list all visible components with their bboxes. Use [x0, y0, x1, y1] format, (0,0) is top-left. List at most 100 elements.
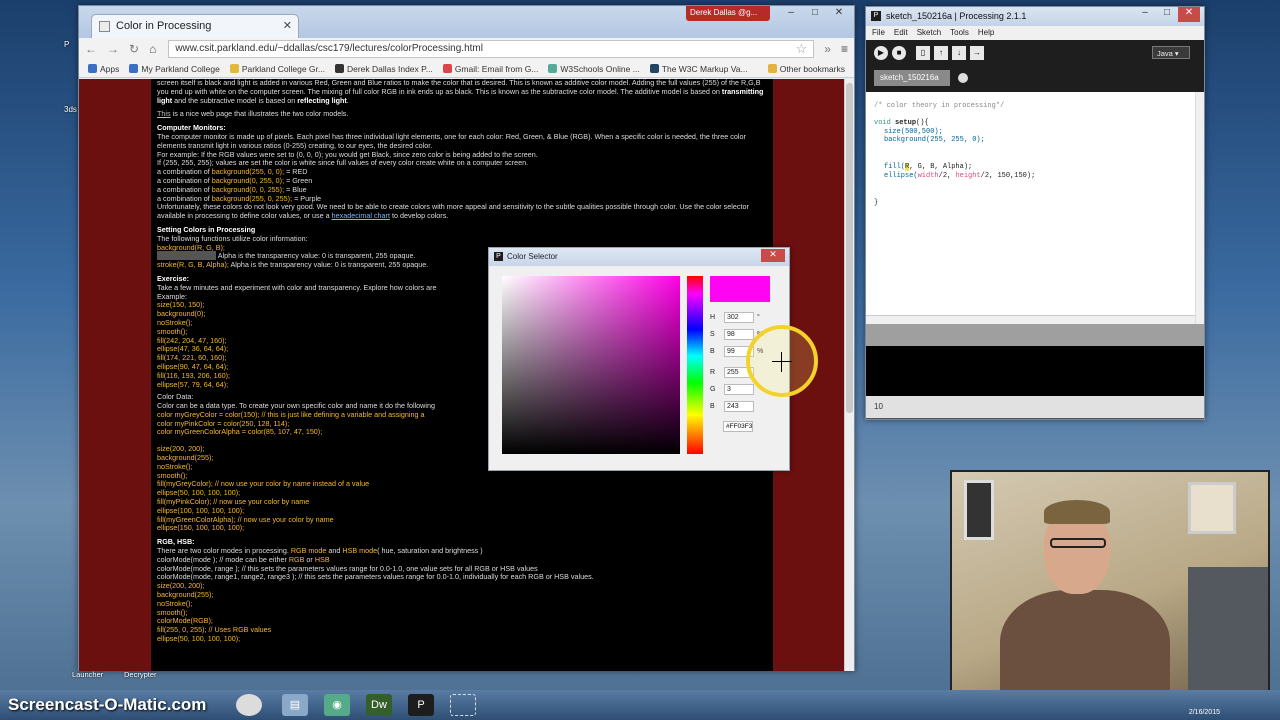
minimize-button[interactable]: –: [1134, 7, 1156, 22]
desktop-label[interactable]: Decrypter: [124, 670, 157, 679]
color-selector-dialog: P Color Selector ✕ H 302 ° S 98% B 99% R 255 …: [488, 247, 790, 471]
save-icon[interactable]: ↓: [952, 46, 966, 60]
line-number: 10: [866, 396, 1204, 418]
open-icon[interactable]: ↑: [934, 46, 948, 60]
horizontal-scrollbar[interactable]: [866, 315, 1204, 324]
menu-edit[interactable]: Edit: [894, 28, 908, 38]
menu-file[interactable]: File: [872, 28, 885, 38]
bookmark-item[interactable]: Gmail: Email from G...: [440, 64, 542, 74]
reload-icon[interactable]: ↻: [129, 42, 139, 56]
webcam-overlay: [950, 470, 1270, 708]
vertical-scrollbar[interactable]: [1195, 92, 1204, 324]
back-icon[interactable]: ←: [85, 42, 97, 56]
processing-window: P sketch_150216a | Processing 2.1.1 – □ ✕ …: [865, 6, 1205, 420]
url-text: www.csit.parkland.edu/~ddallas/csc179/le…: [175, 43, 483, 54]
tab-close-icon[interactable]: ✕: [283, 19, 292, 32]
app-icon[interactable]: ◉: [324, 694, 350, 716]
mode-selector[interactable]: Java ▾: [1152, 46, 1190, 59]
bookmark-item[interactable]: W3Schools Online ...: [545, 64, 642, 74]
window-title: sketch_150216a | Processing 2.1.1: [886, 11, 1027, 21]
code-editor[interactable]: /* color theory in processing*/ void set…: [866, 92, 1204, 324]
green-field[interactable]: G3: [710, 384, 754, 395]
profile-chip[interactable]: Derek Dallas @g...: [686, 6, 770, 21]
wall-picture: [1188, 482, 1236, 534]
other-bookmarks[interactable]: Other bookmarks: [765, 64, 848, 74]
page-scrollbar[interactable]: [844, 79, 854, 671]
forward-icon[interactable]: →: [107, 42, 119, 56]
bookmark-item[interactable]: Parkland College Gr...: [227, 64, 328, 74]
crosshair-cursor-icon: [781, 352, 782, 372]
link[interactable]: This: [157, 109, 171, 118]
paragraph: colorMode(mode, range1, range2, range3 )…: [157, 572, 594, 582]
code-line: size(500,500);: [884, 127, 943, 136]
tab-title: Color in Processing: [116, 20, 212, 32]
bookmark-icon: [229, 64, 239, 73]
apps-icon: [88, 64, 97, 73]
selected-color-swatch: [710, 276, 770, 302]
menu-sketch[interactable]: Sketch: [917, 28, 941, 38]
code-line: fill(R, G, B, Alpha);: [884, 163, 973, 172]
window-controls: – □ ✕: [780, 6, 850, 21]
dialog-titlebar: P Color Selector ✕: [489, 248, 789, 266]
close-button[interactable]: ✕: [1178, 7, 1200, 22]
maximize-button[interactable]: □: [1156, 7, 1178, 22]
bookmark-star-icon[interactable]: ☆: [796, 41, 808, 57]
address-bar[interactable]: www.csit.parkland.edu/~ddallas/csc179/le…: [168, 40, 815, 58]
bookmark-icon: [129, 64, 139, 73]
bookmark-item[interactable]: Derek Dallas Index P...: [332, 64, 436, 74]
hex-field[interactable]: #FF03F3: [723, 421, 753, 432]
hue-slider[interactable]: [687, 276, 703, 454]
extensions-icon[interactable]: »: [824, 42, 831, 56]
dreamweaver-icon[interactable]: Dw: [366, 694, 392, 716]
sketch-tab[interactable]: sketch_150216a: [874, 70, 950, 86]
paragraph: The following functions utilize color in…: [157, 233, 308, 243]
message-area: [866, 324, 1204, 346]
desktop-label[interactable]: Launcher: [72, 670, 103, 679]
gmail-icon: [442, 64, 452, 73]
presenter-hair: [1044, 500, 1110, 524]
menu-bar: File Edit Sketch Tools Help: [866, 26, 1204, 40]
tab-menu-icon[interactable]: [958, 73, 968, 83]
saturation-brightness-picker[interactable]: [502, 276, 680, 454]
link[interactable]: hexadecimal chart: [332, 211, 390, 220]
bookmark-icon: [334, 64, 344, 73]
glasses: [1050, 538, 1106, 548]
bookmark-item[interactable]: The W3C Markup Va...: [647, 64, 751, 74]
bookmark-item[interactable]: My Parkland College: [126, 64, 222, 74]
nice-page-paragraph: This is a nice web page that illustrates…: [157, 109, 349, 119]
code-line: background(255, 255, 0);: [884, 136, 985, 145]
hue-field[interactable]: H 302 °: [710, 312, 760, 323]
stop-icon[interactable]: ■: [892, 46, 906, 60]
close-button[interactable]: ✕: [761, 249, 785, 262]
menu-icon[interactable]: ≡: [841, 42, 848, 56]
documents-icon[interactable]: ▤: [282, 694, 308, 716]
processing-toolbar: ▶ ■ ▯ ↑ ↓ → Java ▾ sketch_150216a: [866, 40, 1204, 92]
w3c-icon: [649, 64, 659, 73]
minimize-button[interactable]: –: [780, 6, 802, 21]
code-line: }: [874, 198, 879, 207]
paragraph: The computer monitor is made up of pixel…: [157, 131, 746, 150]
screencast-icon[interactable]: [450, 694, 476, 716]
processing-logo-icon: P: [494, 252, 503, 261]
blue-field[interactable]: B 243: [710, 401, 754, 412]
export-icon[interactable]: →: [970, 46, 984, 60]
scrollbar-thumb[interactable]: [846, 83, 853, 413]
code-block: size(200, 200); background(255); noStroke(…: [157, 581, 272, 644]
wall-picture: [964, 480, 994, 540]
close-button[interactable]: ✕: [828, 6, 850, 21]
maximize-button[interactable]: □: [804, 6, 826, 21]
processing-logo-icon: P: [871, 11, 881, 21]
clock-date: 2/16/2015: [1188, 709, 1220, 716]
browser-toolbar: ← → ↻ ⌂ www.csit.parkland.edu/~ddallas/c…: [79, 38, 854, 60]
bookmark-item[interactable]: Apps: [85, 64, 122, 74]
browser-tab[interactable]: Color in Processing ✕: [91, 14, 299, 38]
menu-tools[interactable]: Tools: [950, 28, 969, 38]
run-icon[interactable]: ▶: [874, 46, 888, 60]
menu-help[interactable]: Help: [978, 28, 994, 38]
chrome-icon[interactable]: [236, 694, 262, 716]
new-icon[interactable]: ▯: [916, 46, 930, 60]
code-line: void setup(){: [874, 118, 929, 127]
dialog-title: Color Selector: [507, 252, 558, 261]
home-icon[interactable]: ⌂: [149, 42, 156, 56]
processing-icon[interactable]: P: [408, 694, 434, 716]
